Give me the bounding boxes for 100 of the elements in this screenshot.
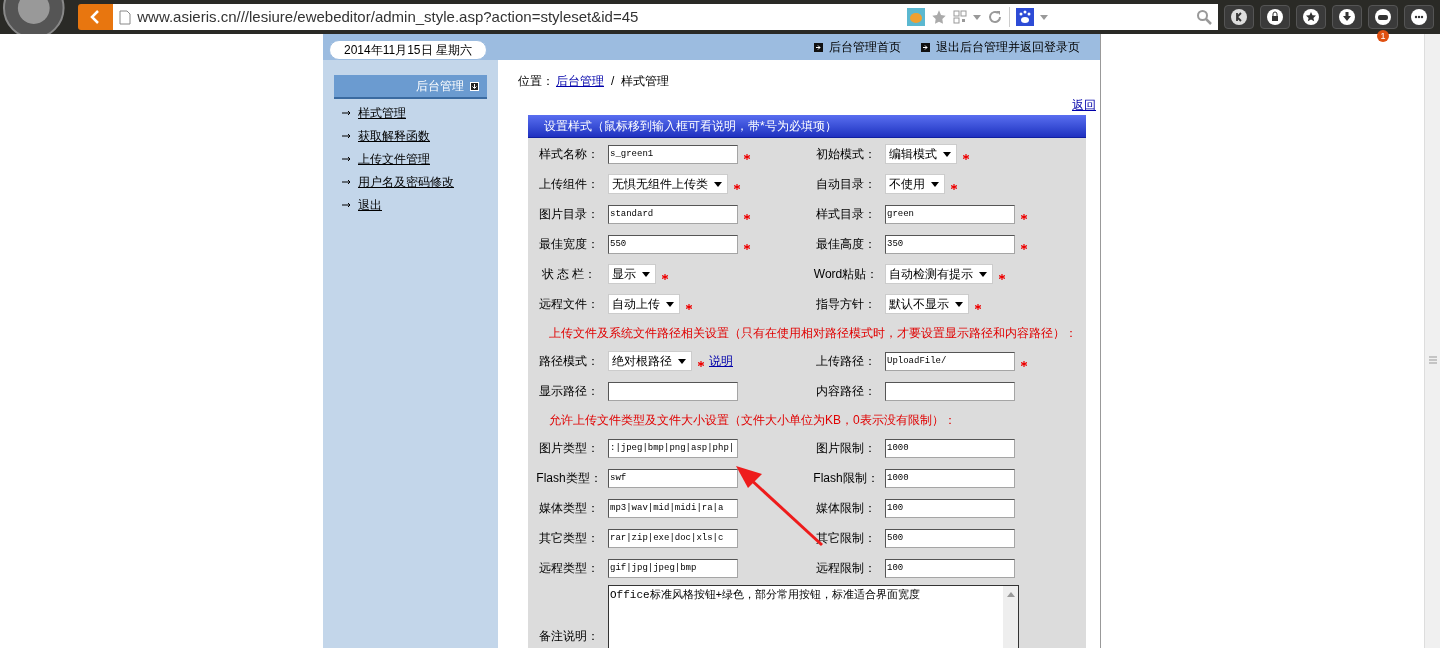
- text-field[interactable]: 500: [885, 528, 1015, 548]
- field-label: 初始模式：: [815, 146, 877, 163]
- download-icon: [1339, 9, 1355, 25]
- arrow-box-icon: [921, 42, 930, 52]
- breadcrumb-current: 样式管理: [621, 73, 670, 90]
- collapse-icon[interactable]: [470, 81, 479, 91]
- text-field[interactable]: swf: [608, 468, 738, 488]
- caret-icon: [678, 358, 686, 364]
- text-field[interactable]: rar|zip|exe|doc|xls|c: [608, 528, 738, 548]
- paw-icon[interactable]: [1016, 8, 1034, 26]
- field-label: 图片限制：: [815, 440, 877, 457]
- sidebar-link[interactable]: 用户名及密码修改: [358, 172, 454, 191]
- dropdown[interactable]: 自动检测有提示: [885, 264, 993, 284]
- field-label: 远程类型：: [538, 560, 600, 577]
- form-title: 设置样式（鼠标移到输入框可看说明，带*号为必填项）: [544, 118, 837, 135]
- back-link[interactable]: 返回: [1072, 96, 1096, 114]
- page-scrollbar[interactable]: [1424, 34, 1440, 648]
- breadcrumb-prefix: 位置：: [518, 73, 554, 90]
- field-label: 其它类型：: [538, 530, 600, 547]
- date-label: 2014年11月15日 星期六: [329, 40, 487, 60]
- text-field[interactable]: gif|jpg|jpeg|bmp: [608, 558, 738, 578]
- arrow-right-icon: [342, 201, 352, 208]
- dropdown[interactable]: 不使用: [885, 174, 945, 194]
- field-label: 内容路径：: [815, 383, 877, 400]
- text-field[interactable]: 350: [885, 234, 1015, 254]
- dropdown[interactable]: 无惧无组件上传类: [608, 174, 728, 194]
- field-label: 媒体类型：: [538, 500, 600, 517]
- caret-icon: [931, 181, 939, 187]
- field-label: 最佳高度：: [815, 236, 877, 253]
- dropdown[interactable]: 默认不显示: [885, 294, 969, 314]
- header-link[interactable]: 退出后台管理并返回登录页: [921, 38, 1080, 56]
- caret-icon: [714, 181, 722, 187]
- sidebar-link[interactable]: 获取解释函数: [358, 126, 430, 145]
- field-label: Flash类型：: [535, 470, 603, 487]
- reload-icon[interactable]: [987, 9, 1003, 25]
- text-field[interactable]: UploadFile/: [885, 351, 1015, 371]
- text-field[interactable]: standard: [608, 204, 738, 224]
- field-label: Word粘贴：: [812, 266, 880, 283]
- text-field[interactable]: 550: [608, 234, 738, 254]
- dropdown[interactable]: 显示: [608, 264, 656, 284]
- page-icon: [119, 9, 132, 25]
- notification-badge: 1: [1377, 30, 1389, 42]
- gamepad-button[interactable]: [1368, 5, 1398, 29]
- field-label: 图片目录：: [538, 206, 600, 223]
- more-button[interactable]: [1404, 5, 1434, 29]
- bookmark-button[interactable]: [1296, 5, 1326, 29]
- caret-icon[interactable]: [973, 14, 981, 20]
- section-note: 上传文件及系统文件路径相关设置（只有在使用相对路径模式时，才要设置显示路径和内容路径）：: [549, 324, 1077, 342]
- download-button[interactable]: [1332, 5, 1362, 29]
- text-field[interactable]: green: [885, 204, 1015, 224]
- caret-icon[interactable]: [1040, 14, 1048, 20]
- arrow-right-icon: [342, 155, 352, 162]
- breadcrumb-link[interactable]: 后台管理: [556, 72, 604, 90]
- sidebar-link[interactable]: 样式管理: [358, 103, 406, 122]
- text-field[interactable]: 1000: [885, 438, 1015, 458]
- field-label: 自动目录：: [815, 176, 877, 193]
- arrow-right-icon: [342, 132, 352, 139]
- text-field[interactable]: :|jpeg|bmp|png|asp|php|: [608, 438, 738, 458]
- text-field[interactable]: [885, 381, 1015, 401]
- field-label: 指导方针：: [815, 296, 877, 313]
- back-button[interactable]: [77, 4, 114, 30]
- text-field[interactable]: 1000: [885, 468, 1015, 488]
- text-field[interactable]: [608, 381, 738, 401]
- arrow-right-icon: [342, 178, 352, 185]
- k-button[interactable]: [1224, 5, 1254, 29]
- qr-code-icon[interactable]: [953, 10, 967, 24]
- text-field[interactable]: 100: [885, 558, 1015, 578]
- sidebar-link[interactable]: 上传文件管理: [358, 149, 430, 168]
- lock-button[interactable]: [1260, 5, 1290, 29]
- scroll-up-icon: [1006, 592, 1015, 597]
- field-label: 备注说明：: [538, 628, 600, 645]
- field-label: 上传路径：: [815, 353, 877, 370]
- field-label: 路径模式：: [538, 353, 600, 370]
- notes-textarea[interactable]: Office标准风格按钮+绿色，部分常用按钮，标准适合界面宽度: [608, 585, 1019, 648]
- dropdown[interactable]: 自动上传: [608, 294, 680, 314]
- dropdown[interactable]: 绝对根路径: [608, 351, 692, 371]
- more-icon: [1411, 9, 1427, 25]
- caret-icon: [943, 151, 951, 157]
- star-icon[interactable]: [931, 9, 947, 25]
- field-label: 样式名称：: [538, 146, 600, 163]
- field-label: 远程限制：: [815, 560, 877, 577]
- field-label: 媒体限制：: [815, 500, 877, 517]
- text-field[interactable]: s_green1: [608, 144, 738, 164]
- k-circle-icon: [1231, 9, 1247, 25]
- arrow-box-icon: [814, 42, 823, 52]
- address-bar[interactable]: www.asieris.cn///lesiure/ewebeditor/admin_style.asp?action=styleset&id=45: [113, 4, 1218, 30]
- help-link[interactable]: 说明: [709, 352, 733, 370]
- lock-icon: [1267, 9, 1283, 25]
- search-icon[interactable]: [1196, 9, 1212, 25]
- field-label: Flash限制：: [812, 470, 880, 487]
- field-label: 样式目录：: [815, 206, 877, 223]
- text-field[interactable]: mp3|wav|mid|midi|ra|a: [608, 498, 738, 518]
- dropdown[interactable]: 编辑模式: [885, 144, 957, 164]
- sidebar-link[interactable]: 退出: [358, 195, 382, 214]
- caret-icon: [642, 271, 650, 277]
- header-link[interactable]: 后台管理首页: [814, 38, 901, 56]
- breadcrumb-separator: /: [611, 73, 615, 90]
- text-field[interactable]: 100: [885, 498, 1015, 518]
- field-label: 图片类型：: [538, 440, 600, 457]
- field-label: 状 态 栏：: [540, 266, 598, 283]
